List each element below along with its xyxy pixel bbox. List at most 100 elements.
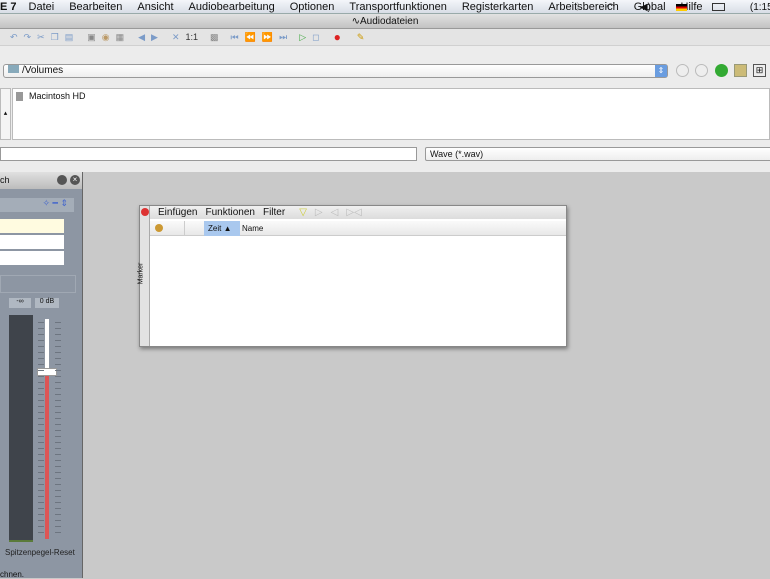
fader-scale-tick bbox=[55, 460, 61, 461]
fader-scale-tick bbox=[38, 442, 44, 443]
fader-scale-tick bbox=[38, 466, 44, 467]
list-item[interactable]: Macintosh HD bbox=[16, 91, 86, 102]
nav-forward-button[interactable] bbox=[695, 64, 708, 77]
fader-scale-tick bbox=[55, 388, 61, 389]
fader-scale-tick bbox=[55, 394, 61, 395]
menu-bearbeiten[interactable]: Bearbeiten bbox=[69, 1, 122, 13]
next-marker-icon[interactable]: ▷ bbox=[315, 206, 323, 219]
menu-einfuegen[interactable]: Einfügen bbox=[158, 206, 197, 219]
volume-icon[interactable]: ◀) bbox=[640, 2, 651, 13]
marker-range-icon[interactable]: ▷◁ bbox=[346, 206, 361, 219]
filename-input[interactable] bbox=[0, 147, 417, 161]
folder-icon bbox=[8, 65, 19, 73]
skip-start-icon[interactable]: ⏮ bbox=[231, 32, 239, 43]
peak-reset-button[interactable]: Spitzenpegel-Reset bbox=[5, 548, 75, 557]
record-icon[interactable]: ● bbox=[334, 30, 341, 44]
fader-scale-tick bbox=[38, 358, 44, 359]
sort-ascending-icon: ▲ bbox=[223, 224, 232, 233]
marker-menubar: Einfügen Funktionen Filter ▽ ▷ ◁ ▷◁ bbox=[150, 206, 566, 219]
marker-type-icon[interactable] bbox=[155, 224, 163, 232]
paste-icon[interactable]: ▤ bbox=[65, 32, 74, 43]
tool2-icon[interactable]: ◉ bbox=[102, 32, 110, 43]
fader-scale-tick bbox=[38, 370, 44, 371]
redo-icon[interactable]: ↷ bbox=[24, 32, 32, 43]
hard-drive-icon bbox=[16, 92, 23, 102]
fader-scale-tick bbox=[55, 334, 61, 335]
panel-settings-button[interactable] bbox=[57, 175, 67, 185]
panel-close-button[interactable]: × bbox=[70, 175, 80, 185]
menu-registerkarten[interactable]: Registerkarten bbox=[462, 1, 534, 13]
filetype-select[interactable]: Wave (*.wav) bbox=[425, 147, 770, 161]
undo-icon[interactable]: ↶ bbox=[10, 32, 18, 43]
fader-scale-tick bbox=[38, 496, 44, 497]
channel-row[interactable] bbox=[0, 235, 64, 249]
snap-icon[interactable]: ✕ bbox=[172, 32, 180, 43]
channel-row[interactable] bbox=[0, 219, 64, 233]
fader-scale-tick bbox=[38, 364, 44, 365]
fader-scale-tick bbox=[55, 340, 61, 341]
waveform-icon: ∿ bbox=[351, 16, 360, 27]
menu-ansicht[interactable]: Ansicht bbox=[137, 1, 173, 13]
sidebar-scrollbar[interactable]: ▴ bbox=[0, 88, 11, 140]
cut-icon[interactable]: ✂ bbox=[37, 32, 45, 43]
status-area: ᛒ ◠ ◀) (1:15) bbox=[575, 0, 770, 14]
flag-de-icon[interactable] bbox=[675, 3, 687, 11]
fader-scale-tick bbox=[55, 370, 61, 371]
fader-scale-tick bbox=[55, 466, 61, 467]
menubar: E 7 Datei Bearbeiten Ansicht Audiobearbe… bbox=[0, 0, 770, 14]
folder-up-button[interactable] bbox=[715, 64, 728, 77]
battery-icon[interactable] bbox=[711, 3, 725, 11]
menu-optionen[interactable]: Optionen bbox=[290, 1, 335, 13]
column-zeit[interactable]: Zeit ▲ bbox=[204, 221, 240, 236]
tool1-icon[interactable]: ▣ bbox=[87, 32, 96, 43]
fader-scale-tick bbox=[55, 442, 61, 443]
fader-scale-tick bbox=[38, 352, 44, 353]
marker-table-header: Zeit ▲ Name bbox=[150, 221, 566, 236]
rewind-icon[interactable]: ⏪ bbox=[245, 32, 256, 43]
marker-window: Marker Einfügen Funktionen Filter ▽ ▷ ◁ … bbox=[137, 205, 567, 347]
fader-scale-tick bbox=[55, 520, 61, 521]
copy-icon[interactable]: ❐ bbox=[51, 32, 59, 43]
wizard-icon[interactable]: ✎ bbox=[357, 32, 365, 43]
fader-scale-tick bbox=[55, 418, 61, 419]
menu-funktionen[interactable]: Funktionen bbox=[205, 206, 254, 219]
app-menu[interactable]: E 7 bbox=[0, 1, 17, 13]
fader-scale-tick bbox=[55, 412, 61, 413]
nav-back-button[interactable] bbox=[676, 64, 689, 77]
fader-scale-tick bbox=[55, 358, 61, 359]
column-separator bbox=[184, 221, 185, 236]
filter-icon[interactable]: ▽ bbox=[299, 206, 307, 219]
menu-datei[interactable]: Datei bbox=[29, 1, 55, 13]
skip-end-icon[interactable]: ⏭ bbox=[279, 32, 287, 43]
channel-row[interactable] bbox=[0, 251, 64, 265]
menu-transportfunktionen[interactable]: Transportfunktionen bbox=[349, 1, 446, 13]
fader-scale-tick bbox=[55, 532, 61, 533]
tool3-icon[interactable]: ▦ bbox=[116, 32, 125, 43]
forward-icon[interactable]: ▶ bbox=[151, 32, 158, 43]
view-mode-button[interactable]: ⊞ bbox=[753, 64, 766, 77]
fader-scale-tick bbox=[38, 412, 44, 413]
zoom-1-1[interactable]: 1:1 bbox=[186, 32, 199, 42]
wifi-icon[interactable]: ◠ bbox=[606, 2, 615, 13]
path-select[interactable]: /Volumes ⇕ bbox=[3, 64, 668, 78]
fader-scale-tick bbox=[55, 490, 61, 491]
fader-scale-tick bbox=[38, 514, 44, 515]
menu-audiobearbeitung[interactable]: Audiobearbeitung bbox=[189, 1, 275, 13]
fast-forward-icon[interactable]: ⏩ bbox=[262, 32, 273, 43]
camera-icon[interactable]: ▩ bbox=[210, 32, 219, 43]
menu-filter[interactable]: Filter bbox=[263, 206, 285, 219]
play-icon[interactable]: ▷ bbox=[299, 32, 306, 43]
select-arrows-icon: ⇕ bbox=[655, 65, 667, 77]
back-icon[interactable]: ◀ bbox=[138, 32, 145, 43]
bluetooth-icon[interactable]: ᛒ bbox=[575, 2, 581, 13]
fader-scale-tick bbox=[38, 400, 44, 401]
column-name[interactable]: Name bbox=[242, 221, 263, 236]
fader-scale-tick bbox=[38, 454, 44, 455]
fader-scale-tick bbox=[55, 400, 61, 401]
new-folder-button[interactable] bbox=[734, 64, 747, 77]
prev-marker-icon[interactable]: ◁ bbox=[331, 206, 339, 219]
fader-scale-tick bbox=[38, 382, 44, 383]
stop-icon[interactable]: ◻ bbox=[312, 32, 319, 43]
clock[interactable]: (1:15) bbox=[750, 2, 770, 13]
marker-close-button[interactable] bbox=[141, 208, 149, 216]
